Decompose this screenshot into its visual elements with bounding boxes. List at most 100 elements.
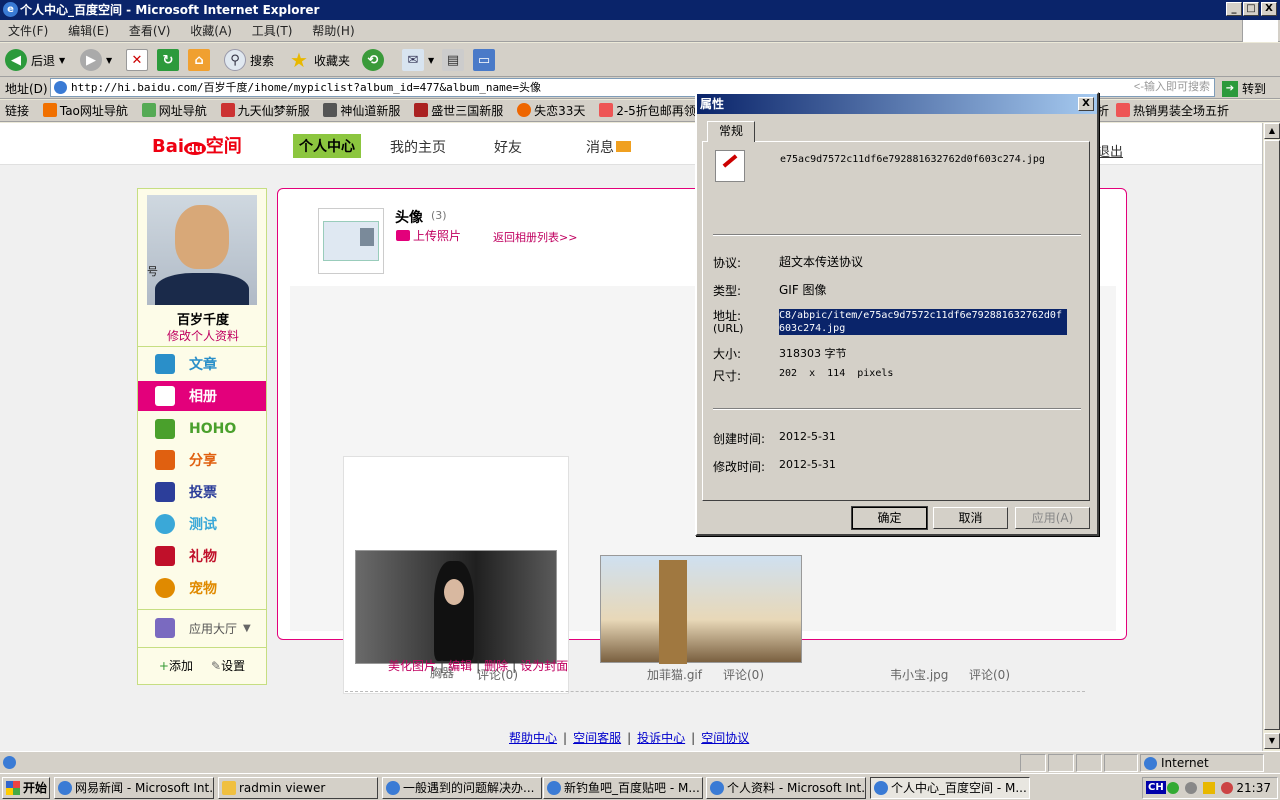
add-app-button[interactable]: +添加 (159, 657, 193, 674)
link-item[interactable]: 失恋33天 (517, 100, 585, 121)
ime-indicator[interactable]: CH (1146, 781, 1166, 794)
edit-page-button[interactable]: ▭ (473, 47, 495, 73)
link-item[interactable]: 九天仙梦新服 (220, 100, 310, 121)
footer-agreement-link[interactable]: 空间协议 (701, 731, 749, 745)
home-button[interactable]: ⌂ (188, 47, 210, 73)
gift-icon (155, 546, 175, 566)
nav-friends[interactable]: 好友 (494, 137, 522, 157)
back-to-album-list-link[interactable]: 返回相册列表>> (493, 229, 577, 245)
edit-photo-link[interactable]: 编辑 (448, 659, 472, 673)
tray-icon[interactable] (1185, 782, 1197, 794)
go-button[interactable]: ➔ 转到 (1222, 80, 1266, 97)
taskbar-item[interactable]: 新钓鱼吧_百度贴吧 - M... (543, 777, 703, 799)
dialog-close-button[interactable]: X (1078, 97, 1094, 111)
avatar[interactable]: 号 (147, 195, 257, 305)
sidebar-item-hoho[interactable]: HOHO (138, 414, 266, 444)
taskbar-item[interactable]: 个人资料 - Microsoft Int... (706, 777, 866, 799)
print-button[interactable]: ▤ (442, 47, 464, 73)
sidebar-item-vote[interactable]: 投票 (138, 477, 266, 507)
baidu-space-logo[interactable]: Bai du 空间 (152, 132, 242, 158)
wrench-icon: ✎ (211, 659, 222, 673)
printer-icon: ▤ (442, 49, 464, 71)
logout-link[interactable]: 退出 (1097, 141, 1123, 160)
delete-photo-link[interactable]: 删除 (484, 659, 508, 673)
back-button[interactable]: ◀ 后退 ▼ (5, 47, 65, 73)
search-button[interactable]: ⚲ 搜索 (224, 47, 274, 73)
sidebar-item-test[interactable]: 测试 (138, 509, 266, 539)
cancel-button[interactable]: 取消 (933, 507, 1008, 529)
album-cover[interactable] (318, 208, 384, 274)
clock[interactable]: 21:37 (1236, 781, 1271, 795)
beautify-photo-link[interactable]: 美化图片 (388, 659, 436, 673)
url-value[interactable]: C8/abpic/item/e75ac9d7572c11df6e79288163… (779, 309, 1067, 335)
nav-messages[interactable]: 消息 (586, 137, 631, 157)
menu-favorites[interactable]: 收藏(A) (182, 20, 240, 42)
link-item[interactable]: 神仙道新服 (323, 100, 400, 121)
sidebar-app-hall[interactable]: 应用大厅 ▼ (138, 613, 266, 643)
edit-profile-link[interactable]: 修改个人资料 (138, 327, 268, 344)
refresh-button[interactable]: ↻ (157, 47, 179, 73)
camera-icon (396, 230, 410, 241)
taskbar-item[interactable]: 网易新闻 - Microsoft Int... (54, 777, 214, 799)
menu-tools[interactable]: 工具(T) (244, 20, 301, 42)
sidebar-item-album[interactable]: 相册 (138, 381, 266, 411)
stop-button[interactable]: ✕ (126, 47, 148, 73)
photo-name[interactable]: 韦小宝.jpg (890, 666, 948, 683)
maximize-button[interactable]: □ (1243, 2, 1259, 16)
forward-button[interactable]: ▶ ▼ (80, 47, 112, 73)
menu-edit[interactable]: 编辑(E) (60, 20, 117, 42)
taskbar-item[interactable]: 一般遇到的问题解决办... (382, 777, 542, 799)
favorites-button[interactable]: ★ 收藏夹 (288, 47, 350, 73)
window-title: 个人中心_百度空间 - Microsoft Internet Explorer (20, 3, 320, 17)
menu-help[interactable]: 帮助(H) (304, 20, 362, 42)
nav-personal-center[interactable]: 个人中心 (293, 134, 361, 158)
link-item[interactable]: Tao网址导航 (42, 100, 128, 121)
settings-button[interactable]: ✎设置 (211, 657, 245, 674)
sidebar-item-article[interactable]: 文章 (138, 349, 266, 379)
link-item[interactable]: 盛世三国新服 (414, 100, 503, 121)
photo-comments[interactable]: 评论(0) (723, 666, 764, 683)
mail-button[interactable]: ✉ ▼ (402, 47, 434, 73)
nav-my-homepage[interactable]: 我的主页 (390, 137, 446, 157)
dialog-titlebar[interactable]: 属性 X (697, 94, 1097, 114)
taskbar-item-active[interactable]: 个人中心_百度空间 - M... (870, 777, 1030, 799)
photo-thumbnail[interactable] (600, 555, 802, 664)
upload-photo-link[interactable]: 上传照片 (396, 227, 461, 244)
link-item[interactable]: 网址导航 (141, 100, 207, 121)
history-icon: ⟲ (362, 49, 384, 71)
sidebar-item-share[interactable]: 分享 (138, 445, 266, 475)
sidebar-item-pet[interactable]: 宠物 (138, 573, 266, 603)
set-cover-link[interactable]: 设为封面 (520, 659, 568, 673)
photo-thumbnail[interactable] (355, 550, 557, 664)
created-value: 2012-5-31 (779, 430, 836, 443)
vote-icon (155, 482, 175, 502)
sidebar-item-gift[interactable]: 礼物 (138, 541, 266, 571)
link-item[interactable]: 热销男装全场五折 (1116, 100, 1229, 121)
menu-file[interactable]: 文件(F) (0, 20, 56, 42)
scroll-thumb[interactable] (1264, 140, 1280, 730)
tab-general[interactable]: 常规 (707, 121, 755, 142)
history-button[interactable]: ⟲ (362, 47, 384, 73)
tray-icon[interactable] (1203, 782, 1215, 794)
link-item[interactable]: 2-5折包邮再领2 (599, 100, 703, 121)
close-button[interactable]: X (1261, 2, 1277, 16)
menu-view[interactable]: 查看(V) (121, 20, 179, 42)
tray-icon[interactable] (1167, 782, 1179, 794)
tray-icon[interactable] (1221, 782, 1233, 794)
taskbar-item[interactable]: radmin viewer (218, 777, 378, 799)
ok-button[interactable]: 确定 (851, 506, 928, 530)
scroll-up-icon[interactable]: ▲ (1264, 123, 1280, 139)
scroll-down-icon[interactable]: ▼ (1264, 733, 1280, 749)
tao-icon (42, 103, 57, 117)
album-count: (3) (431, 209, 447, 222)
photo-comments[interactable]: 评论(0) (969, 666, 1010, 683)
apply-button[interactable]: 应用(A) (1015, 507, 1090, 529)
photo-name[interactable]: 加菲猫.gif (647, 666, 702, 683)
vertical-scrollbar[interactable]: ▲ ▼ (1262, 123, 1280, 751)
minimize-button[interactable]: _ (1226, 2, 1242, 16)
footer-help-link[interactable]: 帮助中心 (509, 731, 557, 745)
start-button[interactable]: 开始 (2, 777, 50, 799)
type-value: GIF 图像 (779, 283, 827, 297)
footer-service-link[interactable]: 空间客服 (573, 731, 621, 745)
footer-complaint-link[interactable]: 投诉中心 (637, 731, 685, 745)
